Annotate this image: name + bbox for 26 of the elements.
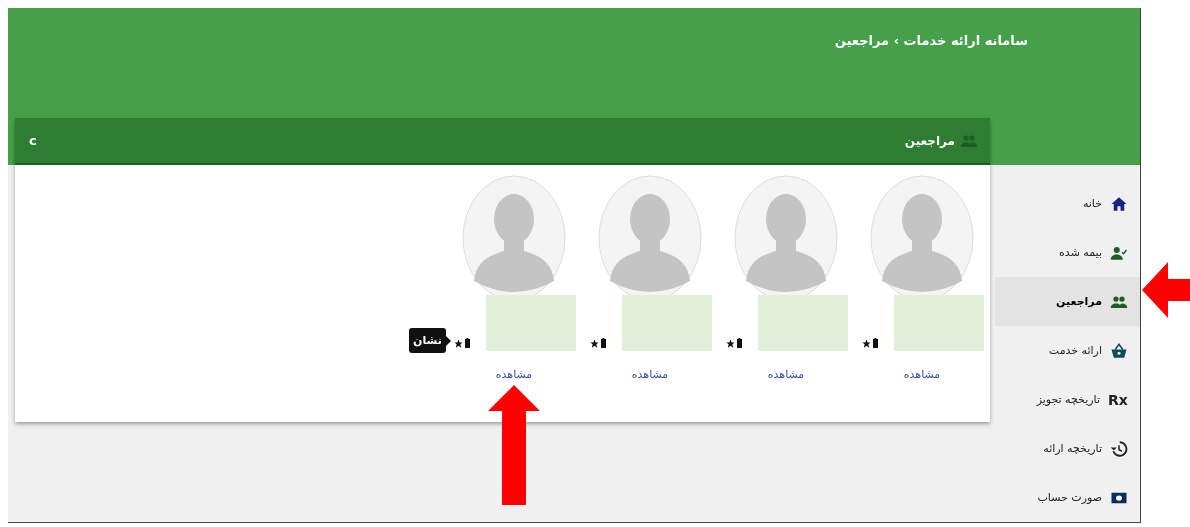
view-link[interactable]: مشاهده xyxy=(495,368,533,381)
panel-title: مراجعین xyxy=(904,133,955,148)
sidebar-item[interactable]: مراجعین xyxy=(995,277,1140,326)
sidebar-item[interactable]: تاریخچه ارائه xyxy=(995,424,1140,473)
breadcrumb: سامانه ارائه خدمات › مراجعین xyxy=(834,33,1028,50)
sidebar-item[interactable]: خانه xyxy=(995,179,1140,228)
tooltip: نشان xyxy=(409,328,451,353)
history-icon xyxy=(1110,439,1128,458)
battery-icon xyxy=(737,338,742,348)
star-icon xyxy=(726,338,735,348)
basket-icon xyxy=(1110,341,1128,360)
view-link[interactable]: مشاهده xyxy=(631,368,669,381)
sidebar-item[interactable]: بیمه شده xyxy=(995,228,1140,277)
star-icon xyxy=(862,338,871,348)
battery-icon xyxy=(465,338,470,348)
battery-icon xyxy=(873,338,878,348)
sidebar-item[interactable]: صورت حساب xyxy=(995,473,1140,522)
refresh-button[interactable]: c xyxy=(27,133,39,148)
star-icon xyxy=(454,338,463,348)
arrow-drawing xyxy=(1142,262,1190,318)
sidebar-item[interactable]: ارائه خدمت xyxy=(995,326,1140,375)
star-icon xyxy=(590,338,599,348)
view-link[interactable]: مشاهده xyxy=(767,368,805,381)
view-link[interactable]: مشاهده xyxy=(903,368,941,381)
battery-icon xyxy=(601,338,606,348)
rx-icon: Rx xyxy=(1108,391,1128,408)
